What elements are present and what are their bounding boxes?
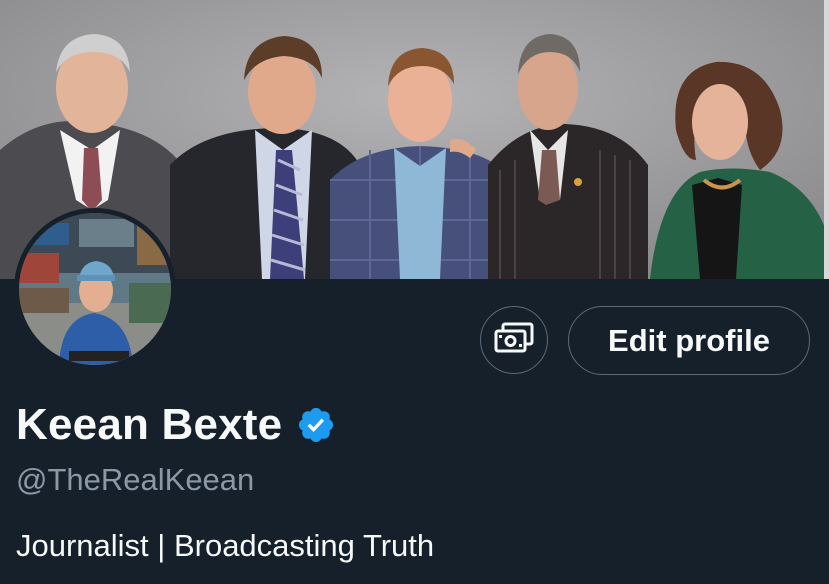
verified-badge-icon[interactable]	[296, 405, 336, 445]
display-name: Keean Bexte	[16, 400, 283, 449]
profile-bio: Journalist | Broadcasting Truth	[16, 528, 435, 563]
tip-jar-button[interactable]	[480, 306, 548, 374]
profile-avatar[interactable]	[14, 208, 176, 370]
profile-page: Edit profile Keean Bexte @TheRealKeean J…	[0, 0, 829, 584]
edit-profile-button[interactable]: Edit profile	[568, 306, 810, 375]
profile-name-row: Keean Bexte	[16, 397, 336, 453]
avatar-photo	[19, 213, 171, 365]
edit-profile-label: Edit profile	[608, 322, 770, 358]
money-icon	[494, 321, 534, 360]
profile-handle: @TheRealKeean	[16, 462, 255, 497]
